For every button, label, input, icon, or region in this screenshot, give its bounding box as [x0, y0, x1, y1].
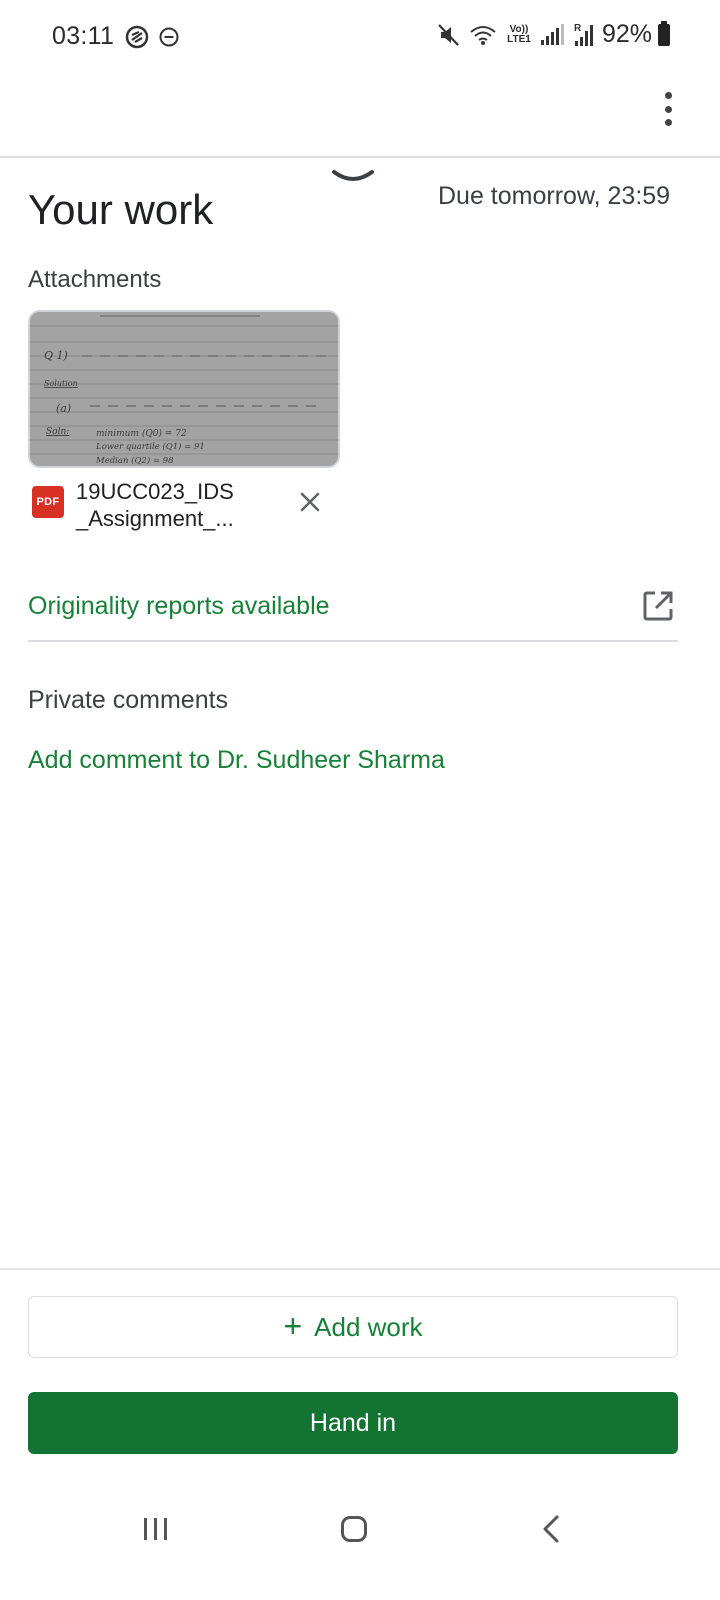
- attachment-file-name[interactable]: 19UCC023_IDS _Assignment_...: [76, 478, 276, 532]
- thumb-line-6: Lower quartile (Q1) = 91: [95, 441, 205, 452]
- hand-in-label: Hand in: [309, 1408, 397, 1437]
- attachment-thumbnail[interactable]: Q 1) Solution (a) Soln: minimum (Q0) = 7…: [28, 310, 340, 468]
- attachments-label: Attachments: [28, 266, 162, 293]
- add-private-comment-link[interactable]: Add comment to Dr. Sudheer Sharma: [28, 746, 445, 775]
- more-vert-icon[interactable]: [656, 92, 680, 126]
- vpn-shield-icon: [125, 25, 149, 49]
- due-date: Due tomorrow, 23:59: [438, 182, 671, 210]
- pdf-file-icon: PDF: [32, 486, 64, 518]
- thumb-line-3: (a): [56, 402, 71, 415]
- add-work-button[interactable]: + Add work: [28, 1296, 678, 1358]
- sheet-divider: [0, 156, 720, 158]
- roaming-signal-icon: R: [574, 23, 593, 46]
- private-comments-label: Private comments: [28, 686, 229, 714]
- hand-in-button[interactable]: Hand in: [28, 1392, 678, 1454]
- system-nav-bar: [0, 1490, 720, 1570]
- add-work-label: Add work: [314, 1311, 423, 1342]
- status-right-icons: Vo)) LTE1 R 92%: [436, 20, 670, 49]
- status-time: 03:11: [52, 22, 115, 50]
- battery-icon: [658, 20, 670, 46]
- do-not-disturb-icon: [159, 27, 179, 47]
- actions-divider: [0, 1268, 720, 1270]
- battery-percent: 92%: [601, 20, 652, 48]
- plus-icon: +: [283, 1307, 303, 1344]
- originality-reports-link[interactable]: Originality reports available: [28, 592, 330, 621]
- status-left-icons: [124, 24, 180, 50]
- recent-apps-icon[interactable]: [144, 1518, 167, 1540]
- open-in-new-icon[interactable]: [640, 588, 676, 624]
- signal-icon: [540, 23, 564, 45]
- handwritten-page-image: Q 1) Solution (a) Soln: minimum (Q0) = 7…: [30, 312, 338, 466]
- status-bar: 03:11 Vo)) LTE1 R 92%: [0, 0, 720, 74]
- wifi-icon: [470, 25, 496, 45]
- thumb-line-2: Solution: [44, 379, 78, 388]
- thumb-line-7: Median (Q2) = 98: [95, 455, 174, 466]
- back-icon[interactable]: [540, 1514, 562, 1544]
- mute-icon: [438, 23, 459, 46]
- your-work-title: Your work: [28, 186, 214, 233]
- thumb-line-4: Soln:: [46, 427, 69, 437]
- thumb-line-5: minimum (Q0) = 72: [96, 428, 187, 439]
- svg-text:R: R: [574, 23, 582, 34]
- home-icon[interactable]: [341, 1516, 367, 1542]
- network-label: Vo)) LTE1: [507, 23, 531, 45]
- screen: 03:11 Vo)) LTE1 R 92% Your work Due tomo…: [0, 0, 720, 1600]
- thumb-line-1: Q 1): [44, 349, 68, 362]
- originality-divider: [28, 640, 678, 642]
- remove-attachment-close-icon[interactable]: [296, 488, 324, 516]
- chevron-down-icon[interactable]: [330, 166, 376, 188]
